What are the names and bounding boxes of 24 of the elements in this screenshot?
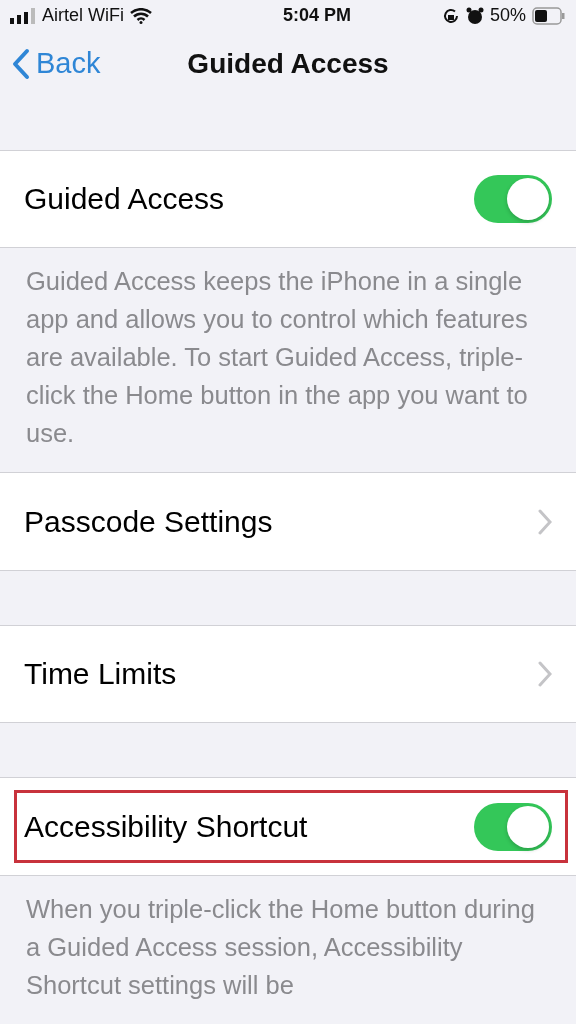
- chevron-left-icon: [12, 47, 30, 80]
- toggle-switch[interactable]: [474, 174, 552, 223]
- carrier-name: Airtel WiFi: [42, 5, 124, 27]
- row-label: Guided Access: [24, 181, 225, 216]
- settings-row[interactable]: Guided Access: [0, 149, 576, 249]
- settings-row[interactable]: Time Limits: [0, 624, 576, 724]
- settings-row[interactable]: Passcode Settings: [0, 472, 576, 571]
- signal-icon: [10, 7, 36, 24]
- rotation-lock-icon: [441, 6, 460, 25]
- battery-percent: 50%: [489, 5, 526, 27]
- row-label: Accessibility Shortcut: [24, 809, 308, 844]
- toggle-switch[interactable]: [474, 802, 552, 851]
- alarm-icon: [465, 6, 484, 25]
- settings-row[interactable]: Accessibility Shortcut: [0, 777, 576, 876]
- chevron-icon: [538, 661, 552, 688]
- footer-text: Guided Access keeps the iPhone in a single app and allows you to control which features are available. To start Guided Access, triple-click the Home button in the app you want to use.: [25, 266, 529, 450]
- chevron-icon: [538, 508, 552, 535]
- row-label: Time Limits: [24, 657, 177, 692]
- page-title: Guided Access: [187, 47, 389, 80]
- battery-icon: [532, 6, 566, 25]
- footer-text: When you triple-click the Home button during a Guided Access session, Accessibility Shortcut settings will be: [25, 894, 536, 1001]
- wifi-icon: [130, 7, 152, 24]
- row-label: Passcode Settings: [24, 504, 273, 539]
- clock: 5:04 PM: [282, 5, 351, 27]
